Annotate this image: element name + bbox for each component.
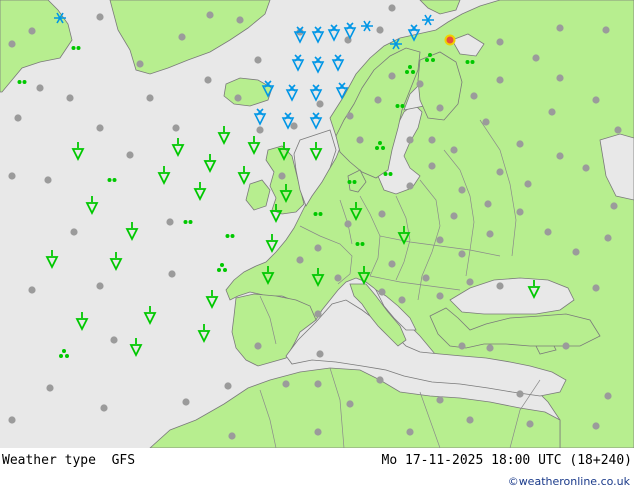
map-footer: Weather type GFS Mo 17-11-2025 18:00 UTC… [0,448,634,490]
valid-time: Mo 17-11-2025 18:00 UTC (18+240) [381,453,632,468]
weather-map [0,0,634,449]
model-name: GFS [111,453,136,468]
map-title: Weather type GFS [2,453,135,468]
map-canvas [0,0,634,449]
thunderstorm-alert-icon [444,34,456,46]
credit-link[interactable]: ©weatheronline.co.uk [508,475,630,488]
field-name: Weather type [2,453,96,468]
